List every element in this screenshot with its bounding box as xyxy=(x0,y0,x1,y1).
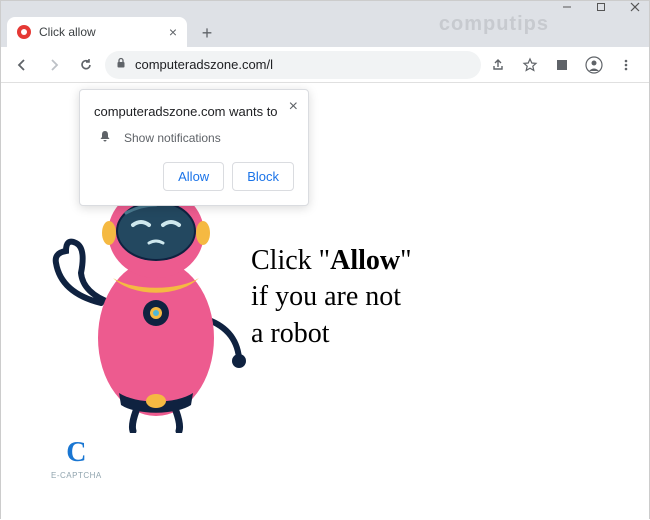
prompt-line1-bold: Allow xyxy=(330,245,400,276)
maximize-button[interactable] xyxy=(595,1,607,13)
prompt-line2: if you are not xyxy=(251,279,412,315)
back-button[interactable] xyxy=(9,52,35,78)
prompt-line3: a robot xyxy=(251,316,412,352)
prompt-line1-pre: Click " xyxy=(251,245,330,276)
share-icon[interactable] xyxy=(487,54,509,76)
dialog-close-icon[interactable]: × xyxy=(289,98,298,116)
minimize-button[interactable] xyxy=(561,1,573,13)
bookmark-star-icon[interactable] xyxy=(519,54,541,76)
ecaptcha-label: E-CAPTCHA xyxy=(51,471,102,480)
close-window-button[interactable] xyxy=(629,1,641,13)
tab-favicon xyxy=(17,25,31,39)
notification-permission-dialog: × computeradszone.com wants to Show noti… xyxy=(79,89,309,206)
tab-strip: Click allow × + computips xyxy=(1,13,649,47)
dialog-capability: Show notifications xyxy=(124,131,221,145)
forward-button[interactable] xyxy=(41,52,67,78)
allow-button[interactable]: Allow xyxy=(163,162,224,191)
browser-tab[interactable]: Click allow × xyxy=(7,17,187,47)
page-content: × computeradszone.com wants to Show noti… xyxy=(1,83,649,520)
lock-icon xyxy=(115,57,127,72)
prompt-text: Click "Allow" if you are not a robot xyxy=(251,243,412,352)
menu-dots-icon[interactable] xyxy=(615,54,637,76)
bell-icon xyxy=(98,129,112,146)
window-titlebar xyxy=(1,1,649,13)
prompt-line1-post: " xyxy=(400,245,411,276)
reload-button[interactable] xyxy=(73,52,99,78)
browser-toolbar: computeradszone.com/l xyxy=(1,47,649,83)
watermark-text: computips xyxy=(439,13,549,36)
address-bar[interactable]: computeradszone.com/l xyxy=(105,51,481,79)
profile-icon[interactable] xyxy=(583,54,605,76)
tab-title: Click allow xyxy=(39,25,96,39)
new-tab-button[interactable]: + xyxy=(193,19,221,47)
block-button[interactable]: Block xyxy=(232,162,294,191)
dialog-title: computeradszone.com wants to xyxy=(94,104,294,119)
url-text: computeradszone.com/l xyxy=(135,57,273,72)
ecaptcha-logo-icon: C xyxy=(51,437,102,469)
tab-close-icon[interactable]: × xyxy=(169,24,177,40)
ecaptcha-badge: C E-CAPTCHA xyxy=(51,437,102,480)
extensions-icon[interactable] xyxy=(551,54,573,76)
